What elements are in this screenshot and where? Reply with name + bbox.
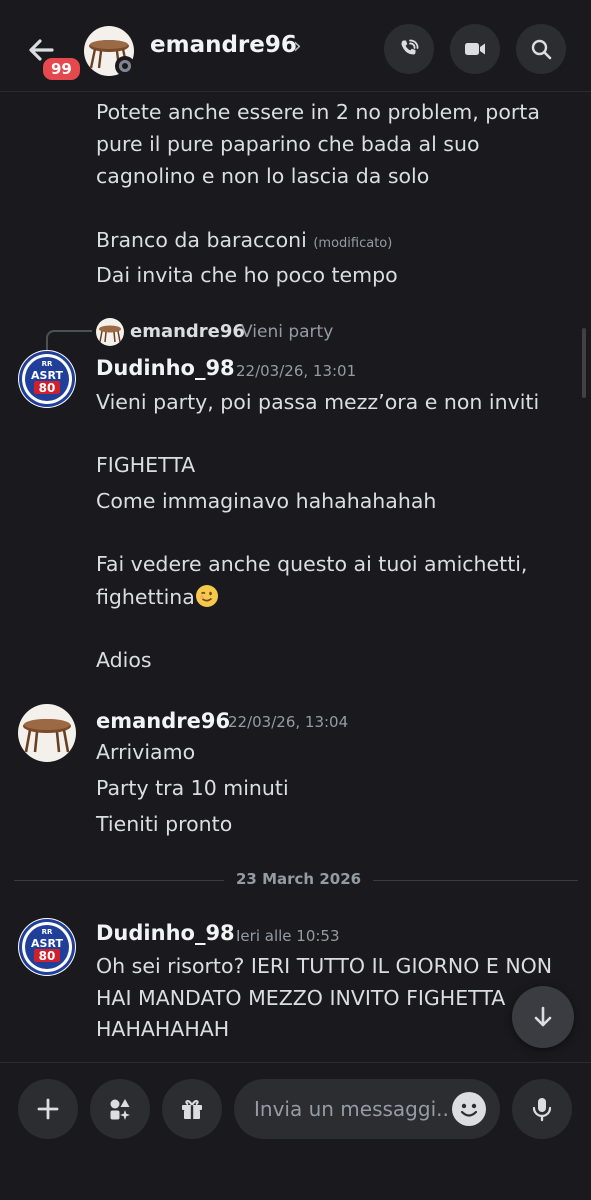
attach-button[interactable] [18, 1079, 78, 1139]
table-avatar-image [23, 719, 71, 753]
voice-message-button[interactable] [512, 1079, 572, 1139]
message-line: Branco da baracconi (modificato) [96, 228, 392, 252]
message-author[interactable]: Dudinho_98 [96, 356, 235, 380]
user-avatar[interactable]: RR ASRT 80 [18, 918, 76, 976]
user-avatar[interactable]: RR ASRT 80 [18, 350, 76, 408]
edited-tag: (modificato) [313, 236, 393, 251]
message-input-placeholder: Invia un messaggi.. [254, 1097, 449, 1121]
message-list[interactable]: Potete anche essere in 2 no problem, por… [0, 92, 591, 1062]
message-text: fighettina [96, 585, 195, 609]
voice-call-button[interactable] [384, 24, 434, 74]
message-line: Tieniti pronto [96, 812, 233, 836]
apps-icon [110, 1099, 130, 1120]
message-timestamp: 22/03/26, 13:01 [236, 362, 357, 380]
message-line: FIGHETTA [96, 453, 196, 477]
message-line: Arriviamo [96, 740, 196, 764]
message-line: Party tra 10 minuti [96, 776, 289, 800]
message-line: Fai vedere anche questo ai tuoi amichett… [96, 552, 528, 576]
search-icon [531, 39, 552, 60]
emoji-icon [460, 1103, 478, 1117]
avatar-logo-text: RR [42, 928, 53, 936]
asrt-logo-avatar: RR ASRT 80 [19, 351, 75, 407]
reply-avatar[interactable] [96, 318, 124, 346]
phone-call-icon [401, 39, 419, 55]
message-line: cagnolino e non lo lascia da solo [96, 164, 430, 188]
message-line: HAHAHAHAH [96, 1017, 230, 1041]
message-line: Dai invita che ho poco tempo [96, 263, 398, 287]
emoji-button[interactable] [452, 1092, 486, 1126]
message-line: Adios [96, 648, 152, 672]
scrollbar-thumb[interactable] [582, 328, 586, 398]
gift-button[interactable] [162, 1079, 222, 1139]
message-author[interactable]: emandre96 [96, 709, 230, 733]
message-text: Branco da baracconi [96, 228, 307, 252]
message-line: Potete anche essere in 2 no problem, por… [96, 100, 540, 124]
reply-author[interactable]: emandre96 [130, 321, 245, 342]
date-divider-label: 23 March 2026 [224, 870, 374, 888]
message-author[interactable]: Dudinho_98 [96, 921, 235, 945]
unread-badge: 99 [40, 55, 83, 83]
avatar-logo-text: 80 [39, 949, 56, 963]
gift-icon [182, 1100, 202, 1119]
winking-face-emoji-icon [195, 585, 218, 607]
channel-title[interactable]: emandre96 [150, 32, 297, 58]
reply-snippet[interactable]: Vieni party [241, 322, 333, 342]
message-timestamp: Ieri alle 10:53 [236, 927, 340, 945]
message-timestamp: 22/03/26, 13:04 [228, 713, 349, 731]
apps-button[interactable] [90, 1079, 150, 1139]
message-composer: Invia un messaggi.. [0, 1062, 591, 1200]
message-line: HAI MANDATO MEZZO INVITO FIGHETTA [96, 986, 506, 1010]
avatar-logo-text: 80 [39, 381, 56, 395]
message-line: Oh sei risorto? IERI TUTTO IL GIORNO E N… [96, 954, 553, 978]
asrt-logo-avatar: RR ASRT 80 [19, 919, 75, 975]
chevron-right-icon[interactable]: › [293, 34, 302, 59]
video-call-button[interactable] [450, 24, 500, 74]
offline-status-icon [115, 56, 135, 76]
message-line: Vieni party, poi passa mezz’ora e non in… [96, 390, 540, 414]
video-camera-icon [465, 43, 485, 55]
plus-icon [37, 1098, 59, 1120]
user-avatar[interactable] [18, 704, 76, 762]
arrow-down-icon [534, 1006, 552, 1027]
avatar-logo-text: RR [42, 360, 53, 368]
reply-connector [46, 330, 92, 352]
chat-header: 99 emandre96 › [0, 0, 591, 92]
message-input[interactable]: Invia un messaggi.. [234, 1079, 500, 1139]
microphone-icon [532, 1098, 552, 1122]
table-avatar-image [99, 325, 121, 343]
message-line: fighettina [96, 584, 219, 609]
jump-to-bottom-button[interactable] [512, 986, 574, 1048]
message-line: pure il pure paparino che bada al suo [96, 132, 480, 156]
search-button[interactable] [516, 24, 566, 74]
message-line: Come immaginavo hahahahahah [96, 489, 437, 513]
